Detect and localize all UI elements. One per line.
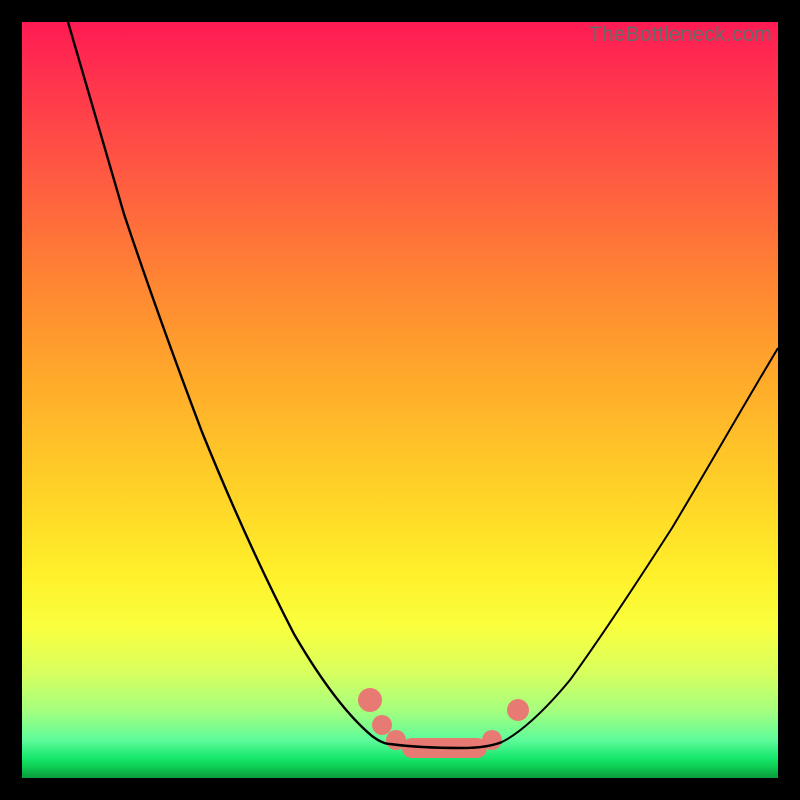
marker-dot bbox=[372, 715, 392, 735]
right-curve bbox=[502, 348, 778, 742]
left-curve bbox=[68, 22, 390, 744]
plot-area: TheBottleneck.com bbox=[22, 22, 778, 778]
curve-layer bbox=[22, 22, 778, 778]
chart-frame: TheBottleneck.com bbox=[0, 0, 800, 800]
marker-dot bbox=[507, 699, 529, 721]
marker-dot bbox=[358, 688, 382, 712]
